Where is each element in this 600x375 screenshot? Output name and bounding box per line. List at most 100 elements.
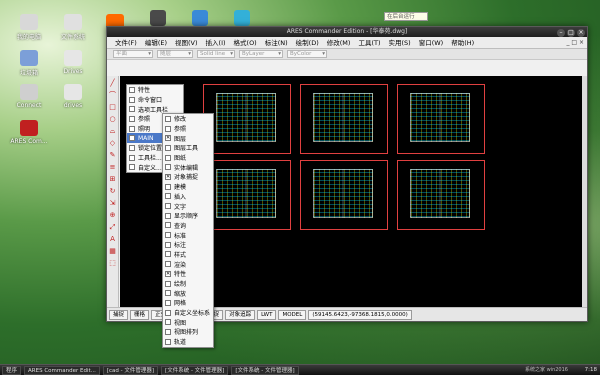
menu-item[interactable]: 实用(S) (384, 37, 414, 49)
menu-entry[interactable]: 网格 (163, 298, 213, 308)
menu-checkbox[interactable]: ✕ (165, 135, 171, 142)
close-button[interactable]: × (577, 29, 585, 37)
desktop-icon[interactable]: drives (50, 84, 96, 109)
desktop-icon[interactable]: 我的电脑 (6, 14, 52, 41)
status-toggle[interactable]: LWT (257, 309, 277, 320)
menu-item[interactable]: 标注(N) (261, 37, 292, 49)
draw-tool-icon[interactable]: ↻ (108, 187, 117, 196)
menu-checkbox[interactable] (129, 125, 135, 132)
status-toggle[interactable]: 捕捉 (109, 309, 129, 320)
menu-checkbox[interactable] (165, 203, 171, 210)
menu-item[interactable]: 窗口(W) (415, 37, 448, 49)
layer-combo[interactable]: 随层 (157, 50, 193, 58)
desktop-icon[interactable]: Drives (50, 50, 96, 75)
draw-tool-icon[interactable]: □ (108, 103, 117, 112)
draw-tool-icon[interactable]: ⌓ (108, 127, 117, 136)
menu-entry[interactable]: 样式 (163, 250, 213, 260)
window-titlebar[interactable]: ARES Commander Edition - [华泰苑.dwg] – □ × (107, 27, 587, 37)
menu-entry[interactable]: ✕ 特性 (163, 269, 213, 279)
status-toggle[interactable]: 栅格 (130, 309, 150, 320)
draw-tool-icon[interactable]: ⬚ (108, 259, 117, 268)
status-toggle[interactable]: (59145.6423,-97368.1815,0.0000) (308, 309, 412, 320)
taskbar-button[interactable]: [cad - 文件管理器] (102, 365, 159, 375)
draw-tool-icon[interactable]: ⊞ (108, 175, 117, 184)
vertical-scrollbar[interactable] (582, 76, 587, 308)
menu-checkbox[interactable] (165, 328, 171, 335)
launcher-icon[interactable] (234, 10, 250, 26)
desktop-icon[interactable]: ARES Com... (6, 120, 52, 145)
menu-entry[interactable]: 特性 (127, 85, 183, 95)
layer-dropdown[interactable]: 平面 (113, 50, 153, 58)
taskbar-button[interactable]: 程序 (2, 365, 22, 375)
menu-entry[interactable]: 显示顺序 (163, 211, 213, 221)
menu-checkbox[interactable]: ✕ (165, 270, 171, 277)
menu-checkbox[interactable] (129, 106, 135, 113)
draw-tool-icon[interactable]: ◇ (108, 139, 117, 148)
linetype-dropdown[interactable]: Solid line (197, 50, 235, 58)
draw-tool-icon[interactable]: ○ (108, 115, 117, 124)
menu-checkbox[interactable]: ✕ (165, 173, 171, 180)
menu-checkbox[interactable] (129, 86, 135, 93)
menu-item[interactable]: 文件(F) (111, 37, 141, 49)
menu-item[interactable]: 插入(I) (202, 37, 230, 49)
menu-checkbox[interactable] (129, 144, 135, 151)
menu-entry[interactable]: 自定义坐标系 (163, 308, 213, 318)
menu-entry[interactable]: 绘制 (163, 279, 213, 289)
menu-entry[interactable]: 缩放 (163, 288, 213, 298)
menu-checkbox[interactable] (165, 193, 171, 200)
status-toggle[interactable]: 对象追踪 (225, 309, 256, 320)
menu-entry[interactable]: 查询 (163, 221, 213, 231)
menu-checkbox[interactable] (165, 154, 171, 161)
draw-tool-icon[interactable]: ⇲ (108, 199, 117, 208)
menu-item[interactable]: 帮助(H) (447, 37, 478, 49)
menu-checkbox[interactable] (165, 164, 171, 171)
desktop-icon[interactable]: 文件系统 (50, 14, 96, 41)
menu-entry[interactable]: 文字 (163, 201, 213, 211)
draw-tool-icon[interactable]: ╱ (108, 79, 117, 88)
menu-entry[interactable]: 图层工具 (163, 143, 213, 153)
taskbar-button[interactable]: ARES Commander Edit... (24, 365, 100, 375)
menu-entry[interactable]: 实体编辑 (163, 162, 213, 172)
menu-checkbox[interactable] (165, 299, 171, 306)
draw-tool-icon[interactable]: ▦ (108, 247, 117, 256)
menu-entry[interactable]: 图纸 (163, 153, 213, 163)
menu-entry[interactable]: ✕ 图层 (163, 133, 213, 143)
launcher-icon[interactable] (150, 10, 166, 26)
desktop-icon[interactable]: 垃圾箱 (6, 50, 52, 77)
menu-item[interactable]: 编辑(E) (141, 37, 171, 49)
menu-entry[interactable]: 修改 (163, 114, 213, 124)
desktop-icon[interactable]: Connect (6, 84, 52, 109)
menu-item[interactable]: 工具(T) (354, 37, 384, 49)
menu-item[interactable]: 绘制(D) (292, 37, 323, 49)
menu-checkbox[interactable] (165, 212, 171, 219)
draw-tool-icon[interactable]: ⤢ (108, 223, 117, 232)
menu-checkbox[interactable] (129, 164, 135, 171)
menu-checkbox[interactable] (165, 241, 171, 248)
launcher-icon[interactable] (192, 10, 208, 26)
menu-checkbox[interactable] (165, 261, 171, 268)
menu-entry[interactable]: 标注 (163, 240, 213, 250)
taskbar-button[interactable]: [文件系统 - 文件管理器] (231, 365, 299, 375)
document-window-controls[interactable]: _ □ × (566, 39, 584, 46)
menu-item[interactable]: 格式(O) (230, 37, 261, 49)
menu-checkbox[interactable] (165, 125, 171, 132)
maximize-button[interactable]: □ (567, 29, 575, 37)
menu-checkbox[interactable] (165, 309, 171, 316)
menu-checkbox[interactable] (165, 319, 171, 326)
menu-checkbox[interactable] (165, 222, 171, 229)
menu-entry[interactable]: 轨道 (163, 337, 213, 347)
menu-entry[interactable]: 参照 (163, 124, 213, 134)
menu-checkbox[interactable] (129, 115, 135, 122)
menu-entry[interactable]: 插入 (163, 192, 213, 202)
menu-checkbox[interactable] (165, 144, 171, 151)
menu-checkbox[interactable] (129, 135, 135, 142)
menu-checkbox[interactable] (165, 338, 171, 345)
menu-checkbox[interactable] (165, 232, 171, 239)
menu-entry[interactable]: 命令窗口 (127, 95, 183, 105)
menu-entry[interactable]: 建模 (163, 182, 213, 192)
draw-tool-icon[interactable]: ⌒ (108, 91, 117, 100)
menu-entry[interactable]: 视图排列 (163, 327, 213, 337)
draw-tool-icon[interactable]: ≡ (108, 163, 117, 172)
taskbar-button[interactable]: [文件系统 - 文件管理器] (161, 365, 229, 375)
menu-checkbox[interactable] (165, 290, 171, 297)
